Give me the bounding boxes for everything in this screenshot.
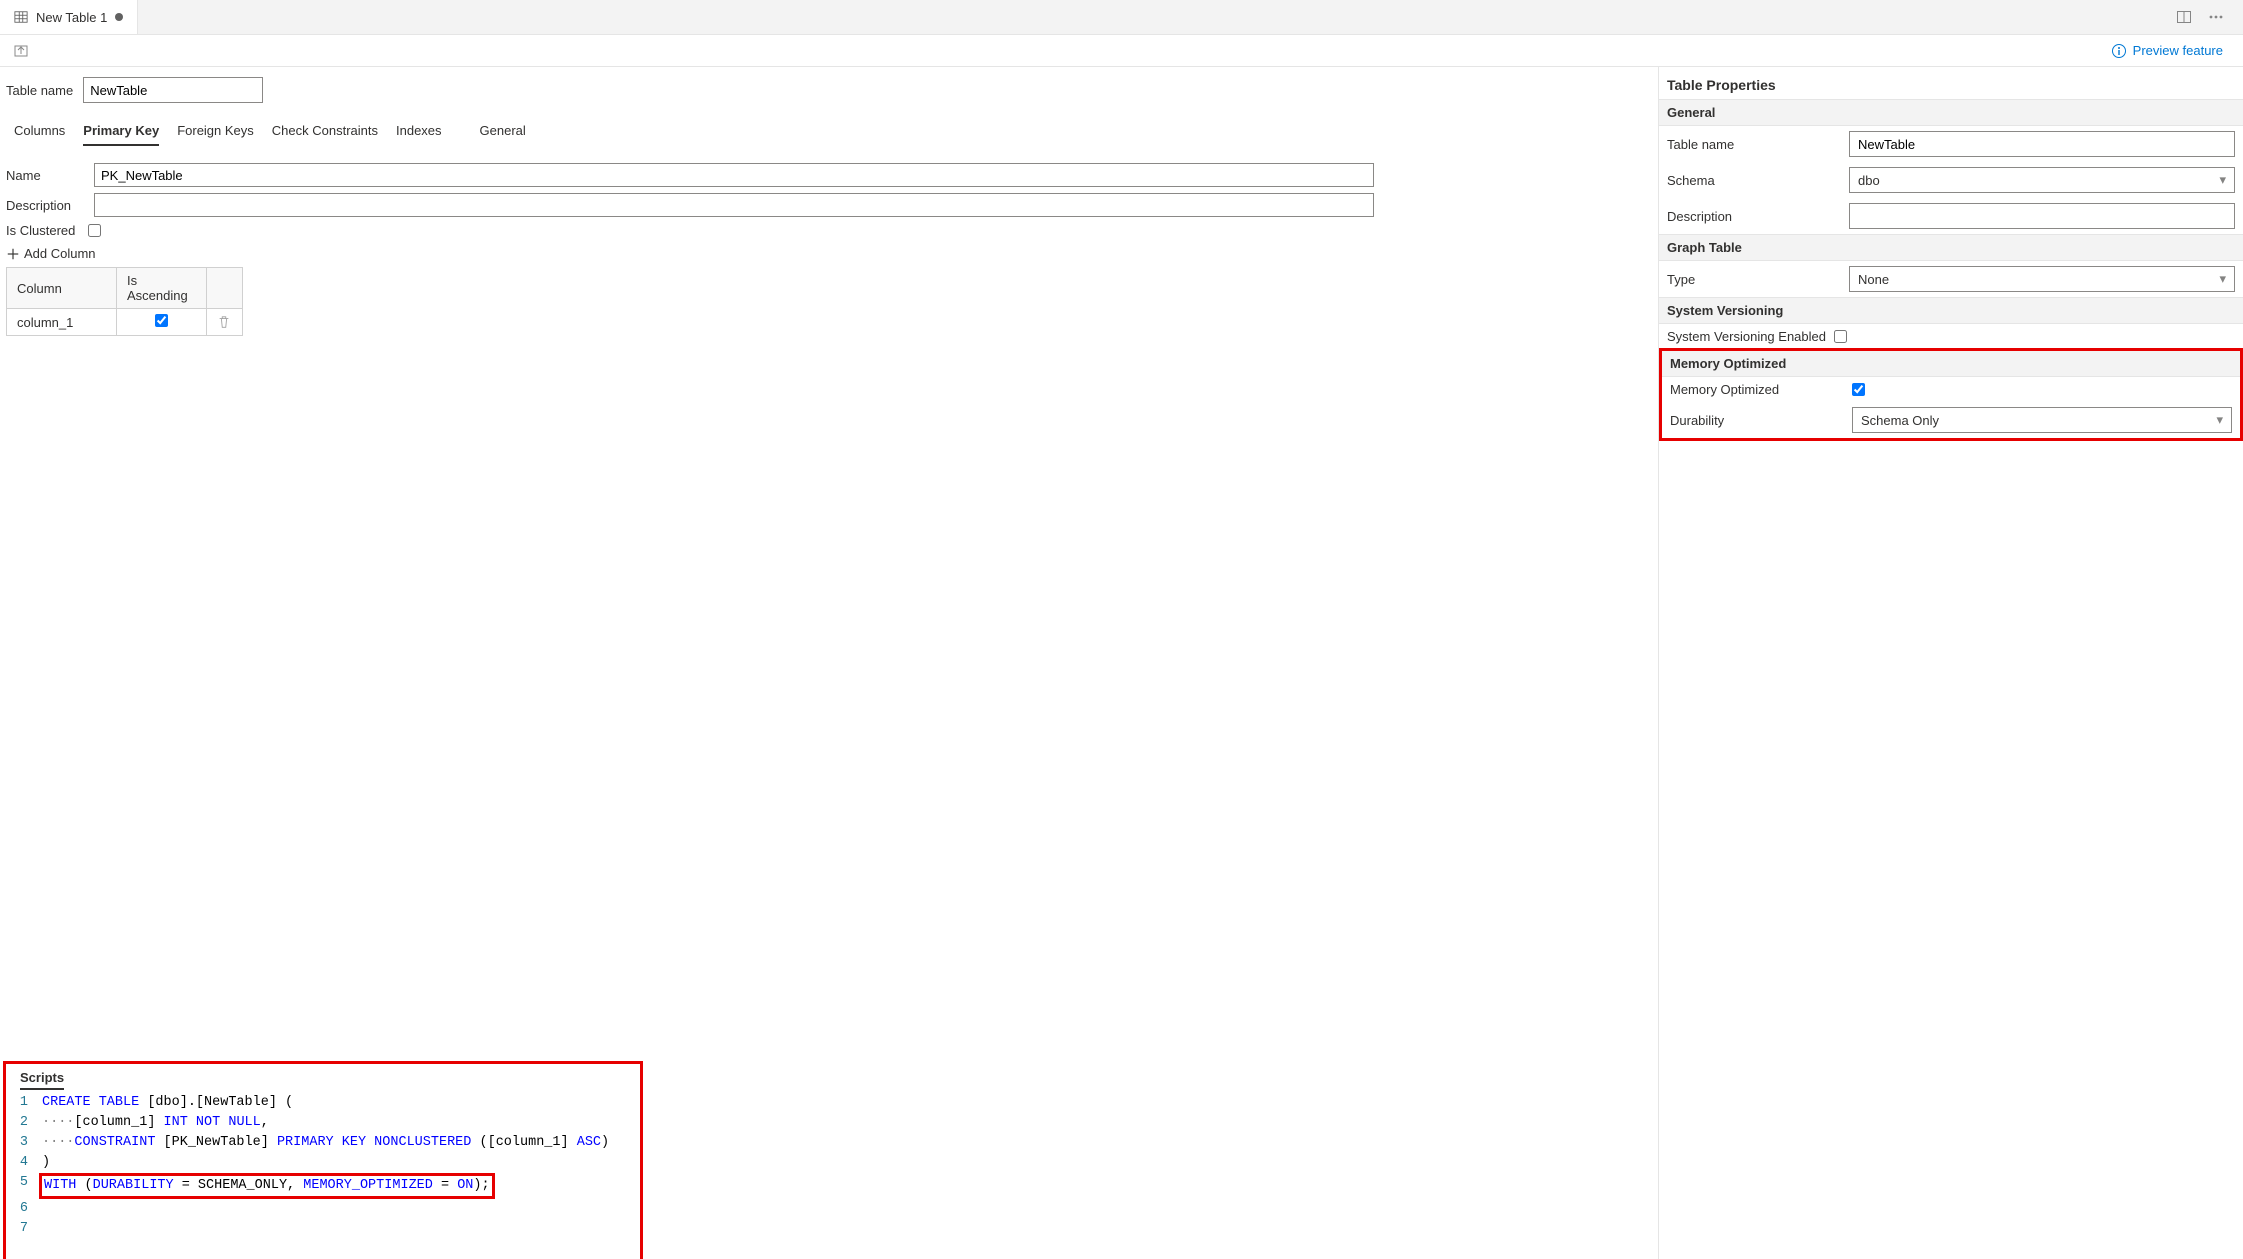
tab-indexes[interactable]: Indexes <box>396 117 442 146</box>
memory-optimized-section: Memory Optimized Memory Optimized Durabi… <box>1659 348 2243 441</box>
editor-tab[interactable]: New Table 1 <box>0 0 138 34</box>
prop-table-name-input[interactable] <box>1849 131 2235 157</box>
prop-description-label: Description <box>1667 209 1841 224</box>
unsaved-indicator-icon <box>115 13 123 21</box>
tab-general[interactable]: General <box>480 117 526 146</box>
prop-graph-type-select[interactable]: None ▾ <box>1849 266 2235 292</box>
prop-versioning-enabled-label: System Versioning Enabled <box>1667 329 1826 344</box>
table-row[interactable]: column_1 <box>7 309 243 336</box>
prop-table-name-label: Table name <box>1667 137 1841 152</box>
pk-column-cell[interactable]: column_1 <box>7 309 117 336</box>
section-general: General <box>1659 99 2243 126</box>
chevron-down-icon: ▾ <box>2219 271 2226 287</box>
pk-columns-table: Column Is Ascending column_1 <box>6 267 243 336</box>
pk-description-label: Description <box>6 198 94 213</box>
tab-check-constraints[interactable]: Check Constraints <box>272 117 378 146</box>
pk-clustered-label: Is Clustered <box>6 223 94 238</box>
prop-description-input[interactable] <box>1849 203 2235 229</box>
table-name-label: Table name <box>6 83 73 98</box>
prop-versioning-enabled-checkbox[interactable] <box>1834 330 1847 343</box>
table-icon <box>14 10 28 24</box>
col-header-ascending: Is Ascending <box>117 268 207 309</box>
prop-durability-label: Durability <box>1670 413 1844 428</box>
prop-schema-select[interactable]: dbo ▾ <box>1849 167 2235 193</box>
editor-tab-bar: New Table 1 <box>0 0 2243 35</box>
section-graph: Graph Table <box>1659 234 2243 261</box>
pk-ascending-checkbox[interactable] <box>155 314 168 327</box>
table-designer: Table name Columns Primary Key Foreign K… <box>0 67 1658 1061</box>
tab-columns[interactable]: Columns <box>14 117 65 146</box>
toolbar: Preview feature <box>0 35 2243 67</box>
designer-tabs: Columns Primary Key Foreign Keys Check C… <box>6 113 1652 147</box>
properties-title: Table Properties <box>1659 67 2243 99</box>
trash-icon[interactable] <box>217 315 232 329</box>
pk-name-label: Name <box>6 168 94 183</box>
col-header-actions <box>207 268 243 309</box>
add-column-label: Add Column <box>24 246 96 261</box>
col-header-column: Column <box>7 268 117 309</box>
prop-graph-type-label: Type <box>1667 272 1841 287</box>
tab-foreign-keys[interactable]: Foreign Keys <box>177 117 254 146</box>
table-name-input[interactable] <box>83 77 263 103</box>
tab-primary-key[interactable]: Primary Key <box>83 117 159 146</box>
more-actions-icon[interactable] <box>2207 8 2225 26</box>
script-editor[interactable]: 1CREATE TABLE [dbo].[NewTable] (2····[co… <box>6 1089 640 1259</box>
scripts-panel: Scripts 1CREATE TABLE [dbo].[NewTable] (… <box>3 1061 643 1259</box>
add-column-button[interactable]: Add Column <box>6 246 1652 261</box>
publish-icon[interactable] <box>12 42 30 60</box>
preview-feature-label: Preview feature <box>2133 43 2223 58</box>
prop-schema-label: Schema <box>1667 173 1841 188</box>
pk-name-input[interactable] <box>94 163 1374 187</box>
section-memory: Memory Optimized <box>1662 351 2240 377</box>
info-icon <box>2111 43 2127 59</box>
pk-clustered-checkbox[interactable] <box>88 224 101 237</box>
scripts-title: Scripts <box>20 1070 64 1090</box>
plus-icon <box>6 247 20 261</box>
section-versioning: System Versioning <box>1659 297 2243 324</box>
prop-durability-value: Schema Only <box>1861 413 1939 428</box>
properties-pane: Table Properties General Table name Sche… <box>1659 67 2243 1259</box>
prop-graph-type-value: None <box>1858 272 1889 287</box>
chevron-down-icon: ▾ <box>2219 172 2226 188</box>
chevron-down-icon: ▾ <box>2216 412 2223 428</box>
pk-description-input[interactable] <box>94 193 1374 217</box>
prop-memory-opt-label: Memory Optimized <box>1670 382 1844 397</box>
split-editor-icon[interactable] <box>2175 8 2193 26</box>
prop-memory-opt-checkbox[interactable] <box>1852 383 1865 396</box>
prop-schema-value: dbo <box>1858 173 1880 188</box>
prop-durability-select[interactable]: Schema Only ▾ <box>1852 407 2232 433</box>
tab-title: New Table 1 <box>36 10 107 25</box>
